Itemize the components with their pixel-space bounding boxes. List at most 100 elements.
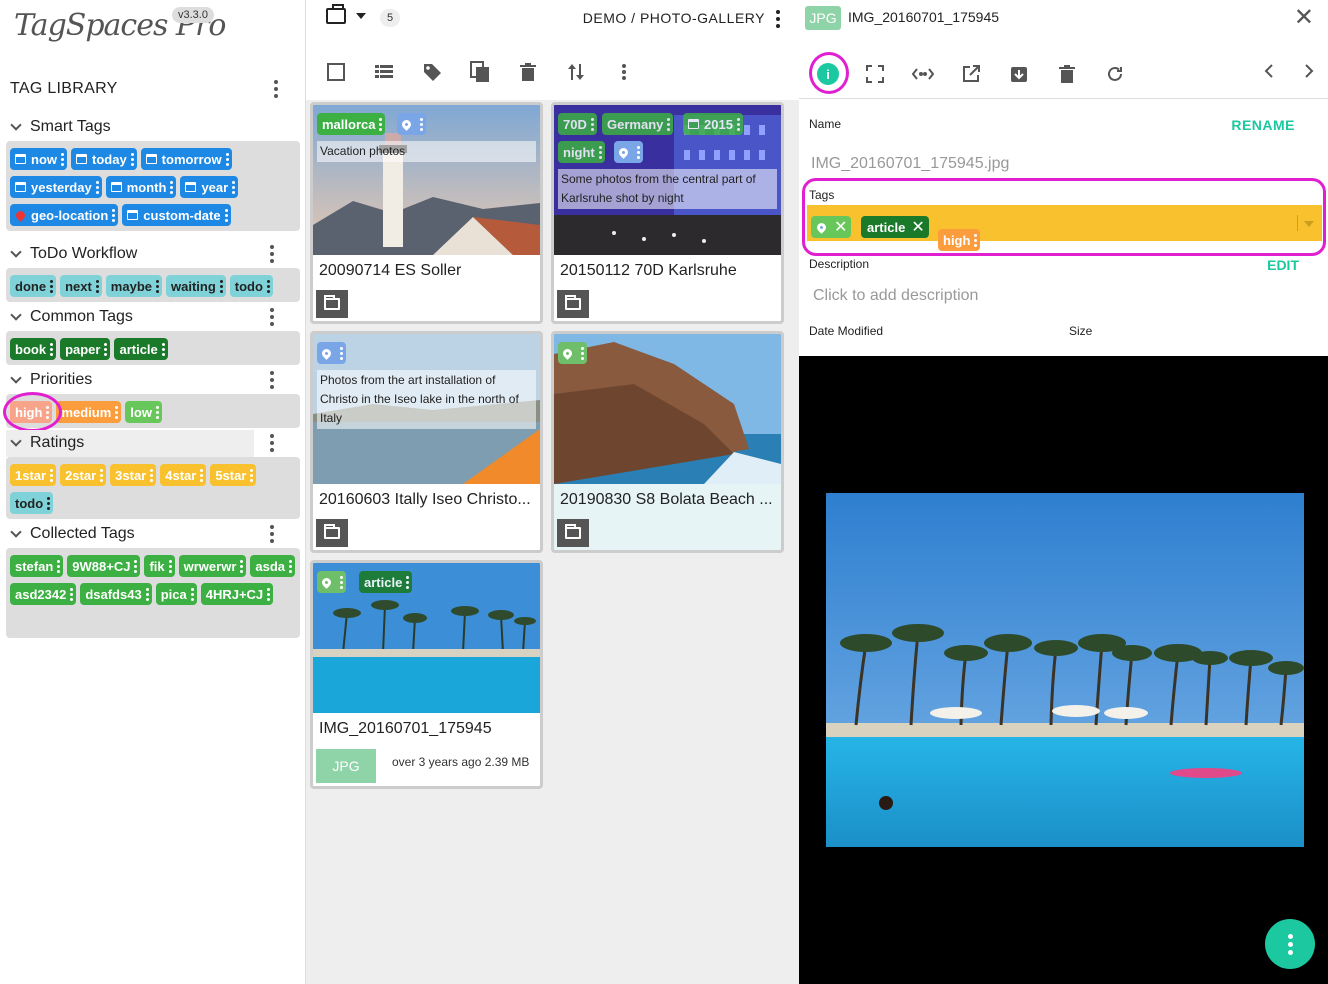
open-folder-button[interactable] xyxy=(316,519,348,547)
tag-1star[interactable]: 1star xyxy=(10,464,57,486)
tag-book[interactable]: book xyxy=(10,338,57,360)
expand-horizontal-icon[interactable] xyxy=(911,62,935,86)
tag-menu-icon[interactable] xyxy=(50,342,54,356)
file-extension-badge[interactable]: JPG xyxy=(316,749,376,783)
tag-menu-icon[interactable] xyxy=(379,117,383,131)
tag-menu-icon[interactable] xyxy=(590,117,594,131)
tag-menu-icon[interactable] xyxy=(581,346,584,360)
tag-menu-icon[interactable] xyxy=(170,180,174,194)
open-folder-button[interactable] xyxy=(557,290,589,318)
tag-menu-icon[interactable] xyxy=(95,180,99,194)
tag-menu-icon[interactable] xyxy=(232,180,236,194)
tag-menu-icon[interactable] xyxy=(667,117,671,131)
download-icon[interactable] xyxy=(1007,62,1031,86)
tag-icon[interactable] xyxy=(420,60,444,84)
filename-field[interactable]: IMG_20160701_175945.jpg xyxy=(811,155,1009,173)
breadcrumb[interactable]: DEMO / PHOTO-GALLERY xyxy=(583,10,765,26)
tag-menu-icon[interactable] xyxy=(168,559,172,573)
tag-menu-icon[interactable] xyxy=(161,342,165,356)
tag-menu-icon[interactable] xyxy=(267,587,271,601)
tag-menu-icon[interactable] xyxy=(104,342,108,356)
list-view-icon[interactable] xyxy=(372,60,396,84)
tag-night[interactable]: night xyxy=(558,141,605,163)
tag-menu-icon[interactable] xyxy=(736,117,740,131)
tag-menu-icon[interactable] xyxy=(420,117,423,131)
tag-menu-icon[interactable] xyxy=(155,405,159,419)
reload-icon[interactable] xyxy=(1103,62,1127,86)
tag-menu-icon[interactable] xyxy=(130,152,134,166)
open-folder-button[interactable] xyxy=(316,290,348,318)
tag-menu-icon[interactable] xyxy=(50,468,54,482)
tag-menu-icon[interactable] xyxy=(47,496,51,510)
tag-menu-icon[interactable] xyxy=(224,208,228,222)
tag-9w88cj[interactable]: 9W88+CJ xyxy=(67,555,141,577)
close-icon[interactable]: ✕ xyxy=(1294,6,1314,30)
tag-menu-icon[interactable] xyxy=(61,152,64,166)
more-actions-button[interactable] xyxy=(1265,919,1315,969)
tag-asda[interactable]: asda xyxy=(250,555,296,577)
tag-menu-icon[interactable] xyxy=(406,575,410,589)
tag-4star[interactable]: 4star xyxy=(160,464,207,486)
tag-dsafds43[interactable]: dsafds43 xyxy=(80,583,152,605)
group-menu-icon[interactable] xyxy=(264,306,280,328)
tag-menu-icon[interactable] xyxy=(134,559,138,573)
tag-article[interactable]: article xyxy=(114,338,168,360)
tag-70d[interactable]: 70D xyxy=(558,113,597,135)
tag-menu-icon[interactable] xyxy=(219,279,223,293)
delete-icon[interactable] xyxy=(1055,62,1079,86)
file-card[interactable]: 70D Germany 2015 night Some photos from … xyxy=(551,102,784,324)
group-header-common-tags[interactable]: Common Tags xyxy=(8,306,133,328)
tag-todo[interactable]: todo xyxy=(229,275,273,297)
edit-description-button[interactable]: EDIT xyxy=(1267,257,1299,273)
tag-menu-icon[interactable] xyxy=(50,279,54,293)
group-menu-icon[interactable] xyxy=(264,243,280,265)
tag-year[interactable]: year xyxy=(180,176,239,198)
fullscreen-icon[interactable] xyxy=(863,62,887,86)
tag-menu-icon[interactable] xyxy=(598,145,602,159)
tag-menu-icon[interactable] xyxy=(70,587,74,601)
tag-stefan[interactable]: stefan xyxy=(10,555,64,577)
tag-menu-icon[interactable] xyxy=(112,208,116,222)
tag-menu-icon[interactable] xyxy=(145,587,149,601)
delete-icon[interactable] xyxy=(516,60,540,84)
file-card[interactable]: 20190830 S8 Bolata Beach ... xyxy=(551,331,784,553)
description-field[interactable]: Click to add description xyxy=(813,287,978,305)
tag-menu-icon[interactable] xyxy=(225,152,229,166)
tag-menu-icon[interactable] xyxy=(156,279,159,293)
tag-menu-icon[interactable] xyxy=(115,405,119,419)
rename-button[interactable]: RENAME xyxy=(1231,117,1295,133)
tag-menu-icon[interactable] xyxy=(250,468,254,482)
tag-todo-rating[interactable]: todo xyxy=(10,492,54,514)
open-external-icon[interactable] xyxy=(959,62,983,86)
tag-pica[interactable]: pica xyxy=(155,583,197,605)
tag-medium[interactable]: medium xyxy=(56,401,122,423)
tag-fik[interactable]: fik xyxy=(144,555,175,577)
tag-wrwerwr[interactable]: wrwerwr xyxy=(178,555,247,577)
tag-done[interactable]: done xyxy=(10,275,57,297)
tag-2star[interactable]: 2star xyxy=(60,464,107,486)
breadcrumb-menu-icon[interactable] xyxy=(770,8,786,30)
tag-menu-icon[interactable] xyxy=(150,468,154,482)
next-file-icon[interactable] xyxy=(1304,62,1314,85)
tag-tomorrow[interactable]: tomorrow xyxy=(140,148,232,170)
group-menu-icon[interactable] xyxy=(264,523,280,545)
previous-file-icon[interactable] xyxy=(1264,62,1274,85)
tag-paper[interactable]: paper xyxy=(60,338,111,360)
tag-menu-icon[interactable] xyxy=(289,559,293,573)
tag-library-menu-icon[interactable] xyxy=(268,78,284,100)
tag-asd2342[interactable]: asd2342 xyxy=(10,583,77,605)
tag-low[interactable]: low xyxy=(125,401,162,423)
geo-tag[interactable] xyxy=(317,342,346,364)
group-menu-icon[interactable] xyxy=(264,369,280,391)
group-header-ratings[interactable]: Ratings xyxy=(8,432,84,454)
tag-4hrjcj[interactable]: 4HRJ+CJ xyxy=(200,583,274,605)
tag-menu-icon[interactable] xyxy=(637,145,640,159)
open-folder-button[interactable] xyxy=(557,519,589,547)
group-header-smart-tags[interactable]: Smart Tags xyxy=(8,116,111,138)
geo-tag[interactable] xyxy=(558,342,587,364)
tag-menu-icon[interactable] xyxy=(974,233,978,247)
tag-menu-icon[interactable] xyxy=(190,587,194,601)
tag-today[interactable]: today xyxy=(71,148,137,170)
tag-mallorca[interactable]: mallorca xyxy=(317,113,386,135)
group-menu-icon[interactable] xyxy=(264,432,280,454)
